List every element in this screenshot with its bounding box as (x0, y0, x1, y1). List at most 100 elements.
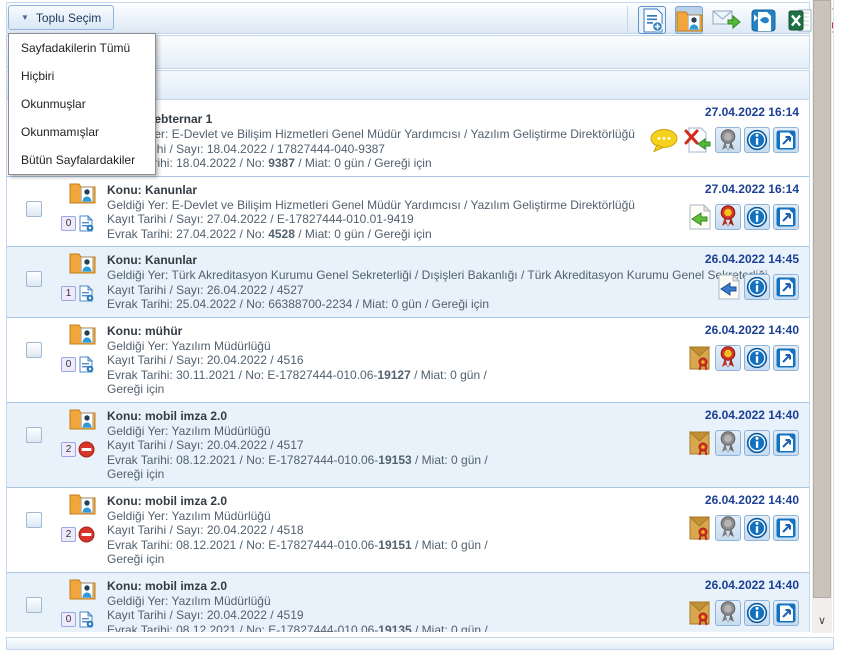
excel-export-button[interactable] (786, 6, 814, 34)
excel-export-icon (788, 8, 813, 33)
row-actions (648, 127, 799, 153)
info-icon (746, 129, 768, 151)
received-datetime: 26.04.2022 14:40 (687, 493, 799, 507)
row-actions (705, 274, 799, 300)
ribbon-gray-button[interactable] (715, 600, 741, 626)
top-toolbar (6, 2, 810, 34)
row-actions (687, 430, 799, 456)
row-checkbox[interactable] (26, 201, 42, 217)
mail-forward-icon (712, 8, 741, 32)
info-button[interactable] (744, 204, 770, 230)
doc-return-x-icon[interactable] (684, 127, 711, 153)
new-document-button[interactable] (638, 6, 666, 34)
folder-user-button[interactable] (675, 6, 703, 34)
bulk-select-button[interactable]: ▼ Toplu Seçim (8, 5, 114, 30)
document-subject: Konu: Kanunlar (107, 252, 809, 268)
row-actions (687, 345, 799, 371)
ribbon-gray-icon (718, 601, 738, 624)
row-checkbox[interactable] (26, 342, 42, 358)
document-registration: Kayıt Tarihi / Sayı: 26.04.2022 / 4527 (107, 283, 809, 298)
document-row: 0Konu: mobil imza 2.0Geldiği Yer: Yazılı… (7, 573, 809, 633)
document-row: 1 Konu: KanunlarGeldiği Yer: Türk Akredit… (7, 247, 809, 318)
folder-user-icon (69, 492, 105, 520)
menu-item-read[interactable]: Okunmuşlar (9, 90, 155, 118)
document-origin: Geldiği Yer: Türk Akreditasyon Kurumu Ge… (107, 268, 809, 283)
toolbar-icon-group (627, 6, 842, 34)
ribbon-gray-icon (718, 516, 738, 539)
ribbon-red-button[interactable] (715, 204, 741, 230)
doc-gear-icon[interactable] (78, 285, 95, 302)
info-button[interactable] (744, 345, 770, 371)
doc-arrow-blue-icon[interactable] (716, 274, 740, 300)
ribbon-gray-button[interactable] (715, 515, 741, 541)
open-external-button[interactable] (773, 345, 799, 371)
vertical-scrollbar[interactable]: ∨ (812, 0, 832, 633)
info-button[interactable] (744, 127, 770, 153)
doc-gear-icon[interactable] (78, 215, 95, 232)
open-external-button[interactable] (773, 127, 799, 153)
note-count-badge: 1 (61, 286, 76, 301)
document-date-number-wrap: Gereği için (107, 552, 809, 567)
folder-user-icon (69, 181, 105, 209)
document-row: 0Konu: KanunlarGeldiği Yer: E-Devlet ve … (7, 177, 809, 248)
mail-forward-button[interactable] (712, 6, 740, 34)
ribbon-gray-button[interactable] (715, 127, 741, 153)
document-row: 0Konu: mühürGeldiği Yer: Yazılım Müdürlü… (7, 318, 809, 403)
folder-user-icon (69, 251, 105, 279)
menu-item-all-pages[interactable]: Bütün Sayfalardakiler (9, 146, 155, 174)
note-count-badge: 0 (61, 357, 76, 372)
note-count-badge: 0 (61, 612, 76, 627)
distribute-button[interactable] (749, 6, 777, 34)
envelope-seal-icon[interactable] (688, 515, 711, 541)
menu-item-select-all-on-page[interactable]: Sayfadakilerin Tümü (9, 34, 155, 62)
envelope-seal-icon[interactable] (688, 345, 711, 371)
ribbon-gray-button[interactable] (715, 430, 741, 456)
ribbon-red-icon (718, 346, 738, 369)
row-checkbox[interactable] (26, 271, 42, 287)
bulk-select-menu: Sayfadakilerin Tümü Hiçbiri Okunmuşlar O… (8, 33, 156, 175)
open-external-button[interactable] (773, 204, 799, 230)
menu-item-unread[interactable]: Okunmamışlar (9, 118, 155, 146)
row-actions (687, 515, 799, 541)
received-datetime: 26.04.2022 14:45 (705, 252, 799, 266)
open-external-button[interactable] (773, 600, 799, 626)
received-datetime: 26.04.2022 14:40 (687, 578, 799, 592)
document-date-number-wrap: Gereği için (107, 467, 809, 482)
right-gutter (833, 0, 842, 633)
ribbon-red-button[interactable] (715, 345, 741, 371)
envelope-seal-icon[interactable] (688, 600, 711, 626)
open-external-icon (775, 517, 797, 539)
info-icon (746, 602, 768, 624)
menu-item-none[interactable]: Hiçbiri (9, 62, 155, 90)
row-checkbox[interactable] (26, 597, 42, 613)
info-button[interactable] (744, 274, 770, 300)
doc-gear-icon[interactable] (78, 356, 95, 373)
open-external-icon (775, 276, 797, 298)
info-icon (746, 347, 768, 369)
info-button[interactable] (744, 515, 770, 541)
document-date-number-wrap: Gereği için (107, 382, 809, 397)
open-external-icon (775, 129, 797, 151)
scroll-down-button[interactable]: ∨ (812, 609, 832, 631)
minus-circle-icon (78, 526, 95, 543)
note-count-badge: 2 (61, 442, 76, 457)
envelope-seal-icon[interactable] (688, 430, 711, 456)
document-date-number: Evrak Tarihi: 18.04.2022 / No: 9387 / Mi… (107, 156, 809, 171)
info-button[interactable] (744, 600, 770, 626)
row-checkbox[interactable] (26, 427, 42, 443)
folder-user-icon (69, 407, 105, 435)
open-external-icon (775, 432, 797, 454)
chat-bubble-icon[interactable] (649, 128, 679, 153)
received-datetime: 26.04.2022 14:40 (687, 323, 799, 337)
open-external-button[interactable] (773, 515, 799, 541)
received-datetime: 27.04.2022 16:14 (686, 182, 799, 196)
doc-arrow-green-icon[interactable] (687, 204, 711, 230)
document-date-number: Evrak Tarihi: 25.04.2022 / No: 66388700-… (107, 297, 809, 312)
info-button[interactable] (744, 430, 770, 456)
row-checkbox[interactable] (26, 512, 42, 528)
scrollbar-thumb[interactable] (813, 0, 831, 598)
doc-gear-icon[interactable] (78, 611, 95, 628)
note-count-badge: 0 (61, 216, 76, 231)
open-external-button[interactable] (773, 274, 799, 300)
open-external-button[interactable] (773, 430, 799, 456)
